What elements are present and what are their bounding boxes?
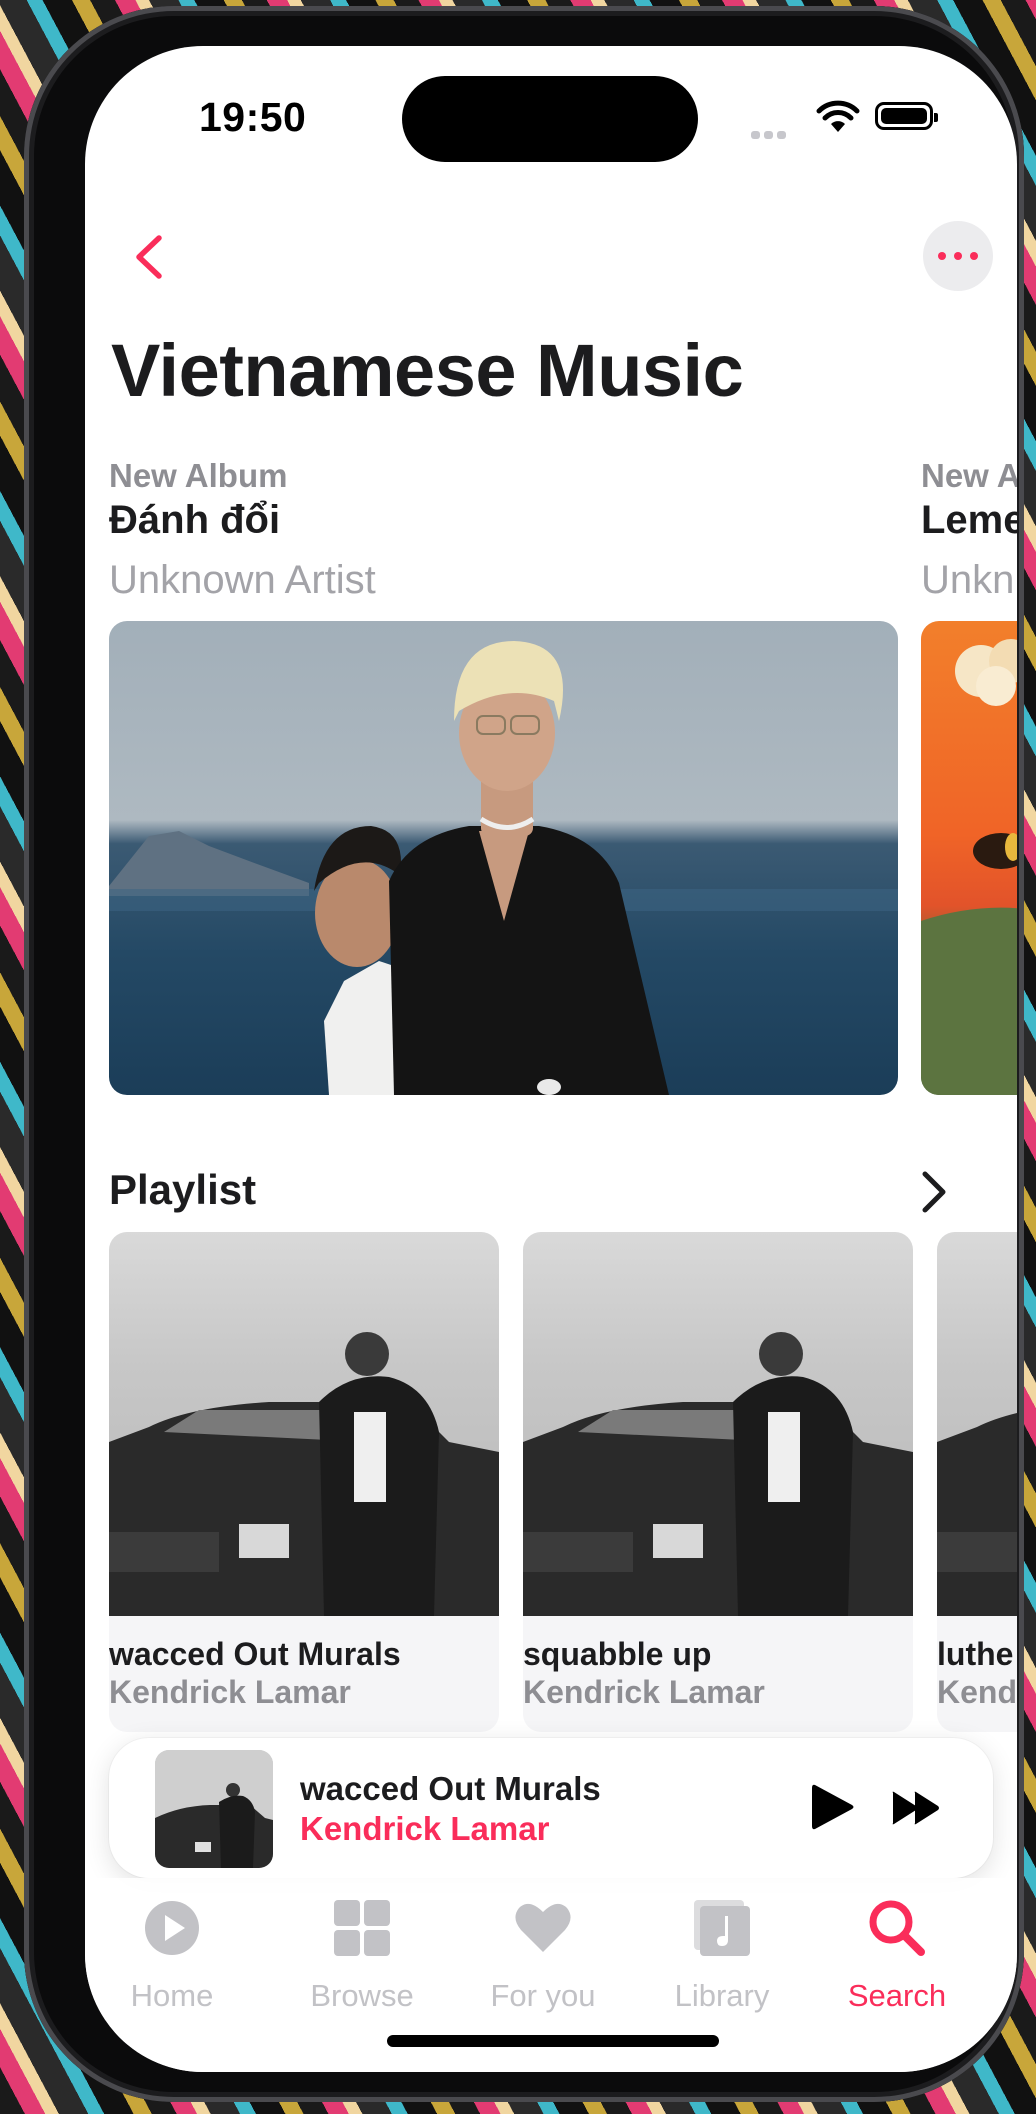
play-circle-icon: [145, 1901, 199, 1955]
playlist-card[interactable]: wacced Out Murals Kendrick Lamar: [109, 1232, 499, 1732]
more-options-button[interactable]: [923, 221, 993, 291]
search-icon: [869, 1900, 925, 1956]
album-cover-image: [109, 641, 898, 1095]
album-title[interactable]: Leme: [921, 498, 1017, 543]
now-playing-title: wacced Out Murals: [300, 1770, 601, 1807]
fast-forward-icon[interactable]: [891, 1789, 941, 1827]
chevron-left-icon[interactable]: [125, 230, 173, 284]
album-eyebrow: New A: [921, 457, 1017, 494]
playlist-cover-image: [109, 1332, 499, 1616]
phone-frame: 19:50 Vietnamese Music New Album Đánh đổ…: [24, 6, 1024, 2102]
music-library-icon: [694, 1900, 750, 1956]
page-title: Vietnamese Music: [111, 329, 744, 412]
home-indicator[interactable]: [387, 2035, 719, 2047]
play-icon[interactable]: [809, 1782, 855, 1832]
album-eyebrow: New Album: [109, 457, 288, 494]
tab-library[interactable]: Library: [637, 1896, 807, 2016]
album-artist: Unknown Artist: [109, 558, 376, 602]
tab-for-you-label: For you: [490, 1978, 596, 2013]
wifi-icon: [816, 100, 860, 132]
tab-home[interactable]: Home: [87, 1896, 257, 2016]
mini-player[interactable]: wacced Out Murals Kendrick Lamar: [109, 1738, 993, 1878]
playlist-card[interactable]: squabble up Kendrick Lamar: [523, 1232, 913, 1732]
now-playing-cover-image: [155, 1750, 273, 1868]
tab-for-you[interactable]: For you: [458, 1896, 628, 2016]
playlist-item-title: wacced Out Murals: [109, 1636, 401, 1672]
battery-icon: [875, 102, 938, 130]
playlist-item-artist: Kendrick Lamar: [109, 1674, 351, 1710]
playlist-item-artist: Kendrick Lamar: [523, 1674, 765, 1710]
chevron-right-icon[interactable]: [915, 1168, 951, 1216]
tab-search-label: Search: [847, 1978, 947, 2013]
dynamic-island: [402, 76, 698, 162]
playlist-item-artist: Kend: [937, 1674, 1017, 1710]
album-title[interactable]: Đánh đổi: [109, 498, 280, 543]
playlist-cover-image: [523, 1332, 913, 1616]
app-screen: 19:50 Vietnamese Music New Album Đánh đổ…: [85, 46, 1017, 2072]
tab-browse-label: Browse: [310, 1978, 414, 2013]
tab-browse[interactable]: Browse: [277, 1896, 447, 2016]
now-playing-artwork: [155, 1750, 273, 1868]
playlist-section-title: Playlist: [109, 1166, 257, 1213]
grid-icon: [334, 1900, 390, 1956]
playlist-artwork: [523, 1232, 913, 1616]
now-playing-artist: Kendrick Lamar: [300, 1810, 550, 1847]
playlist-artwork: [937, 1232, 1017, 1616]
playlist-card[interactable]: luthe Kend: [937, 1232, 1017, 1732]
album-artwork[interactable]: [109, 621, 898, 1095]
playlist-artwork: [109, 1232, 499, 1616]
tab-home-label: Home: [130, 1978, 214, 2013]
tab-search[interactable]: Search: [812, 1896, 982, 2016]
status-time: 19:50: [199, 94, 307, 140]
playlist-cover-image: [937, 1413, 1017, 1616]
album-artwork[interactable]: [921, 621, 1017, 1095]
playlist-item-title: squabble up: [523, 1636, 712, 1672]
album-cover-image: [921, 639, 1017, 1095]
album-artist: Unkn: [921, 558, 1015, 602]
playlist-item-title: luthe: [937, 1636, 1014, 1672]
cellular-signal-icon: [751, 126, 801, 139]
heart-icon: [515, 1903, 571, 1952]
tab-library-label: Library: [674, 1978, 770, 2013]
